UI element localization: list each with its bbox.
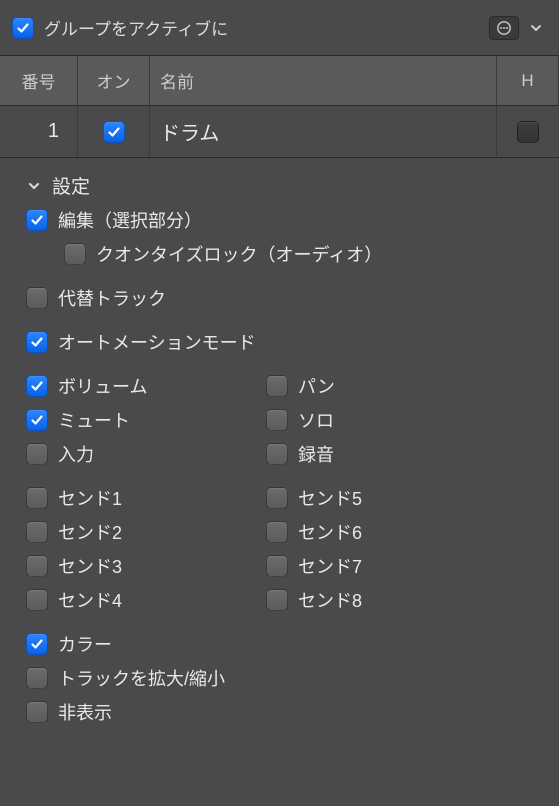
column-header-on[interactable]: オン xyxy=(78,56,150,105)
input-label: 入力 xyxy=(58,441,94,467)
alt-track-label: 代替トラック xyxy=(58,285,166,311)
more-menu-button[interactable] xyxy=(489,16,519,40)
quantize-lock-label: クオンタイズロック（オーディオ） xyxy=(96,241,382,267)
automation-mode-checkbox[interactable] xyxy=(26,331,48,353)
dropdown-button[interactable] xyxy=(525,16,547,40)
send8-checkbox[interactable] xyxy=(266,589,288,611)
send7-checkbox[interactable] xyxy=(266,555,288,577)
hide-checkbox[interactable] xyxy=(26,701,48,723)
edit-selection-checkbox[interactable] xyxy=(26,209,48,231)
hide-label: 非表示 xyxy=(58,699,112,725)
send3-label: センド3 xyxy=(58,553,122,579)
mute-checkbox[interactable] xyxy=(26,409,48,431)
send5-checkbox[interactable] xyxy=(266,487,288,509)
settings-section-label: 設定 xyxy=(52,172,90,199)
more-icon xyxy=(496,20,512,36)
group-table-header: 番号 オン 名前 H xyxy=(0,56,559,106)
chevron-down-icon xyxy=(529,21,543,35)
record-checkbox[interactable] xyxy=(266,443,288,465)
send3-checkbox[interactable] xyxy=(26,555,48,577)
activate-group-label: グループをアクティブに xyxy=(44,15,228,40)
color-label: カラー xyxy=(58,631,112,657)
column-header-h[interactable]: H xyxy=(497,56,559,105)
record-label: 録音 xyxy=(298,441,334,467)
color-checkbox[interactable] xyxy=(26,633,48,655)
send6-checkbox[interactable] xyxy=(266,521,288,543)
quantize-lock-checkbox[interactable] xyxy=(64,243,86,265)
send1-checkbox[interactable] xyxy=(26,487,48,509)
pan-label: パン xyxy=(298,373,335,399)
send8-label: センド8 xyxy=(298,587,362,613)
row-h-checkbox[interactable] xyxy=(517,121,539,143)
edit-selection-label: 編集（選択部分） xyxy=(58,207,202,233)
settings-section-header[interactable]: 設定 xyxy=(26,168,541,203)
top-bar: グループをアクティブに xyxy=(0,0,559,56)
column-header-name[interactable]: 名前 xyxy=(150,56,497,105)
chevron-down-icon xyxy=(27,179,41,193)
alt-track-checkbox[interactable] xyxy=(26,287,48,309)
volume-checkbox[interactable] xyxy=(26,375,48,397)
row-name[interactable]: ドラム xyxy=(150,106,497,157)
column-header-number[interactable]: 番号 xyxy=(0,56,78,105)
volume-label: ボリューム xyxy=(58,373,147,399)
automation-mode-label: オートメーションモード xyxy=(58,329,256,355)
table-row[interactable]: 1 ドラム xyxy=(0,106,559,158)
send2-label: センド2 xyxy=(58,519,122,545)
disclosure-triangle[interactable] xyxy=(26,178,42,194)
track-zoom-checkbox[interactable] xyxy=(26,667,48,689)
settings-panel: 設定 編集（選択部分） クオンタイズロック（オーディオ） 代替トラック オートメ… xyxy=(0,158,559,749)
mute-label: ミュート xyxy=(58,407,130,433)
solo-label: ソロ xyxy=(298,407,334,433)
send4-checkbox[interactable] xyxy=(26,589,48,611)
send1-label: センド1 xyxy=(58,485,122,511)
send6-label: センド6 xyxy=(298,519,362,545)
row-on-checkbox[interactable] xyxy=(103,121,125,143)
solo-checkbox[interactable] xyxy=(266,409,288,431)
input-checkbox[interactable] xyxy=(26,443,48,465)
send2-checkbox[interactable] xyxy=(26,521,48,543)
send5-label: センド5 xyxy=(298,485,362,511)
send4-label: センド4 xyxy=(58,587,122,613)
pan-checkbox[interactable] xyxy=(266,375,288,397)
row-number: 1 xyxy=(0,106,78,157)
track-zoom-label: トラックを拡大/縮小 xyxy=(58,665,225,691)
send7-label: センド7 xyxy=(298,553,362,579)
activate-group-checkbox[interactable] xyxy=(12,17,34,39)
